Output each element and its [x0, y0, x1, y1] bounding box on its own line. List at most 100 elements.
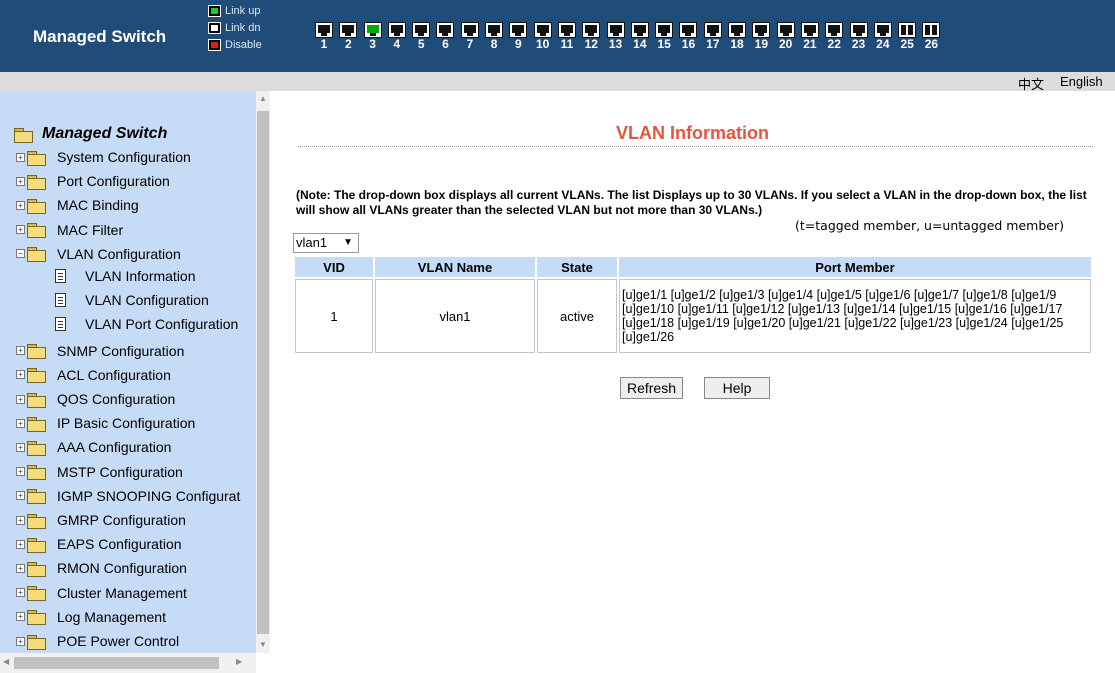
sidebar-item-label: VLAN Configuration [57, 245, 181, 262]
document-icon [55, 269, 66, 283]
sidebar-item[interactable]: + IP Basic Configuration [16, 413, 195, 433]
port-12[interactable]: 12 [580, 22, 602, 51]
legend-link-up: Link up [208, 2, 262, 19]
port-23[interactable]: 23 [848, 22, 870, 51]
ethernet-port-icon [533, 22, 552, 38]
port-14[interactable]: 14 [629, 22, 651, 51]
expand-icon[interactable]: + [16, 200, 25, 210]
refresh-button[interactable]: Refresh [620, 377, 683, 399]
sidebar-item[interactable]: + System Configuration [16, 147, 191, 167]
port-number: 11 [560, 37, 574, 51]
expand-icon[interactable]: + [16, 152, 25, 162]
expand-icon[interactable]: + [16, 370, 25, 380]
expand-icon[interactable]: + [16, 612, 25, 622]
port-6[interactable]: 6 [434, 22, 456, 51]
sidebar-item[interactable]: + QOS Configuration [16, 389, 175, 409]
expand-icon[interactable]: + [16, 563, 25, 573]
help-button[interactable]: Help [704, 377, 770, 399]
sidebar-item[interactable]: + MSTP Configuration [16, 462, 183, 482]
port-26[interactable]: 26 [920, 22, 942, 51]
sidebar-item[interactable]: + MAC Binding [16, 195, 139, 215]
collapse-icon[interactable]: − [16, 249, 25, 259]
port-8[interactable]: 8 [483, 22, 505, 51]
legend-label: Link dn [225, 21, 261, 34]
scroll-left-icon[interactable]: ◀ [3, 657, 9, 666]
sidebar-item[interactable]: + POE Power Control [16, 631, 179, 651]
port-13[interactable]: 13 [605, 22, 627, 51]
sidebar: Managed Switch + System Configuration + Por… [0, 91, 270, 673]
port-number: 26 [924, 37, 939, 51]
folder-icon [27, 634, 46, 650]
sidebar-item-label: SNMP Configuration [57, 342, 185, 359]
port-10[interactable]: 10 [532, 22, 554, 51]
folder-icon [27, 416, 46, 432]
horizontal-scrollbar[interactable]: ◀ ▶ [0, 653, 256, 673]
sidebar-item[interactable]: + Log Management [16, 607, 166, 627]
port-9[interactable]: 9 [507, 22, 529, 51]
sidebar-item[interactable]: + SNMP Configuration [16, 341, 184, 361]
horizontal-scroll-thumb[interactable] [14, 657, 219, 669]
language-english-link[interactable]: English [1060, 74, 1103, 89]
port-16[interactable]: 16 [677, 22, 699, 51]
folder-icon [27, 150, 46, 166]
port-5[interactable]: 5 [410, 22, 432, 51]
port-2[interactable]: 2 [337, 22, 359, 51]
ethernet-port-icon [387, 22, 406, 38]
port-21[interactable]: 21 [799, 22, 821, 51]
tree-root[interactable]: Managed Switch [14, 125, 167, 143]
sidebar-subitem[interactable]: VLAN Configuration [55, 290, 209, 310]
port-7[interactable]: 7 [459, 22, 481, 51]
expand-icon[interactable]: + [16, 418, 25, 428]
port-24[interactable]: 24 [872, 22, 894, 51]
sidebar-subitem[interactable]: VLAN Information [55, 266, 196, 286]
scroll-right-icon[interactable]: ▶ [236, 657, 242, 666]
expand-icon[interactable]: + [16, 588, 25, 598]
sidebar-item[interactable]: + IGMP SNOOPING Configurat [16, 486, 240, 506]
folder-icon [27, 174, 46, 190]
port-11[interactable]: 11 [556, 22, 578, 51]
expand-icon[interactable]: + [16, 442, 25, 452]
expand-icon[interactable]: + [16, 346, 25, 356]
port-number: 6 [442, 37, 449, 51]
expand-icon[interactable]: + [16, 176, 25, 186]
sidebar-item[interactable]: + GMRP Configuration [16, 510, 186, 530]
expand-icon[interactable]: + [16, 515, 25, 525]
port-3[interactable]: 3 [362, 22, 384, 51]
port-17[interactable]: 17 [702, 22, 724, 51]
port-25[interactable]: 25 [896, 22, 918, 51]
port-15[interactable]: 15 [653, 22, 675, 51]
expand-icon[interactable]: + [16, 225, 25, 235]
scroll-up-icon[interactable]: ▲ [259, 94, 267, 103]
port-panel: 1 2 3 4 5 6 7 8 9 10 11 12 13 14 15 16 17 18 19 20 21 22 23 24 2… [313, 22, 945, 51]
table-row: 1 vlan1 active [u]ge1/1 [u]ge1/2 [u]ge1/… [295, 279, 1091, 353]
vertical-scroll-thumb[interactable] [257, 111, 269, 634]
port-20[interactable]: 20 [775, 22, 797, 51]
port-member-cell: [u]ge1/1 [u]ge1/2 [u]ge1/3 [u]ge1/4 [u]g… [619, 279, 1091, 353]
expand-icon[interactable]: + [16, 491, 25, 501]
sidebar-item[interactable]: + Port Configuration [16, 171, 170, 191]
port-4[interactable]: 4 [386, 22, 408, 51]
ethernet-port-icon [509, 22, 528, 38]
scroll-down-icon[interactable]: ▼ [259, 640, 267, 649]
sidebar-subitem[interactable]: VLAN Port Configuration [55, 314, 238, 334]
port-18[interactable]: 18 [726, 22, 748, 51]
expand-icon[interactable]: + [16, 394, 25, 404]
expand-icon[interactable]: + [16, 539, 25, 549]
port-22[interactable]: 22 [823, 22, 845, 51]
vlan-select[interactable]: vlan1 ▼ [293, 233, 359, 253]
port-1[interactable]: 1 [313, 22, 335, 51]
port-19[interactable]: 19 [750, 22, 772, 51]
expand-icon[interactable]: + [16, 467, 25, 477]
sidebar-item[interactable]: + RMON Configuration [16, 558, 187, 578]
legend-link-down: Link dn [208, 19, 262, 36]
sidebar-item[interactable]: − VLAN Configuration [16, 244, 181, 264]
sidebar-item[interactable]: + AAA Configuration [16, 437, 171, 457]
sidebar-item[interactable]: + MAC Filter [16, 220, 123, 240]
sidebar-item-label: MAC Filter [57, 221, 124, 238]
sidebar-item[interactable]: + ACL Configuration [16, 365, 171, 385]
vertical-scrollbar[interactable]: ▲ ▼ [256, 91, 270, 653]
port-number: 5 [417, 37, 425, 51]
sidebar-item[interactable]: + EAPS Configuration [16, 534, 182, 554]
sidebar-item[interactable]: + Cluster Management [16, 583, 187, 603]
expand-icon[interactable]: + [16, 636, 25, 646]
